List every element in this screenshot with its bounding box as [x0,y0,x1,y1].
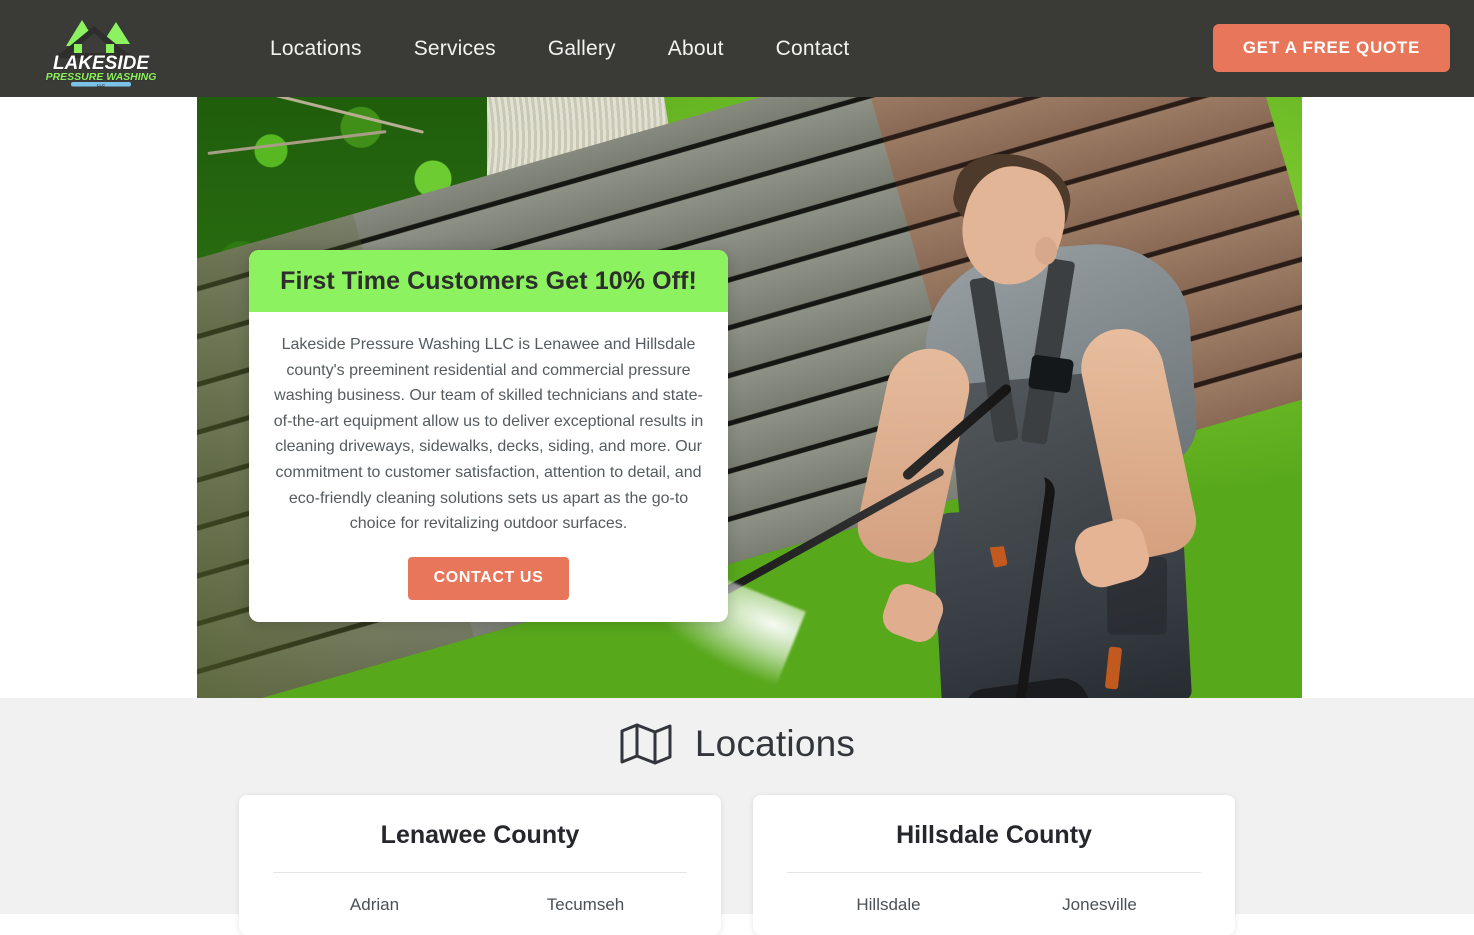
nav-item-contact[interactable]: Contact [750,37,876,61]
city-row: Adrian Tecumseh [269,895,691,915]
city-item[interactable]: Adrian [269,895,480,915]
locations-heading: Locations [0,698,1474,766]
county-divider [787,872,1201,873]
county-card-grid: Lenawee County Adrian Tecumseh Hillsdale… [0,795,1474,935]
city-item[interactable]: Jonesville [994,895,1205,915]
offer-banner: First Time Customers Get 10% Off! [249,250,728,312]
nav-item-locations[interactable]: Locations [244,37,388,61]
offer-headline: First Time Customers Get 10% Off! [280,266,697,295]
lakeside-logo-icon: LAKESIDE PRESSURE WASHING LLC [45,19,157,87]
nav-item-services[interactable]: Services [388,37,522,61]
nav-item-gallery[interactable]: Gallery [522,37,642,61]
city-item[interactable]: Tecumseh [480,895,691,915]
locations-title: Locations [694,723,856,764]
main-navigation: Locations Services Gallery About Contact [244,37,875,61]
city-item[interactable]: Hillsdale [783,895,994,915]
offer-body: Lakeside Pressure Washing LLC is Lenawee… [249,312,728,600]
offer-description: Lakeside Pressure Washing LLC is Lenawee… [273,336,704,533]
county-name: Hillsdale County [896,821,1092,849]
county-card-hillsdale: Hillsdale County Hillsdale Jonesville [753,795,1235,935]
svg-text:LLC: LLC [97,82,105,87]
contact-us-button[interactable]: CONTACT US [407,556,570,600]
county-name: Lenawee County [380,821,580,849]
county-card-lenawee: Lenawee County Adrian Tecumseh [239,795,721,935]
county-divider [273,872,687,873]
worker-buckle [1027,354,1075,394]
nav-item-about[interactable]: About [642,37,750,61]
svg-text:PRESSURE WASHING: PRESSURE WASHING [46,71,157,83]
site-header: LAKESIDE PRESSURE WASHING LLC Locations … [0,0,1474,97]
hero-section: First Time Customers Get 10% Off! Lakesi… [0,97,1474,698]
get-free-quote-button[interactable]: GET A FREE QUOTE [1212,24,1450,72]
map-icon [620,723,672,765]
worker-ear [1035,237,1057,265]
city-row: Hillsdale Jonesville [783,895,1205,915]
offer-card: First Time Customers Get 10% Off! Lakesi… [249,250,728,622]
site-logo[interactable]: LAKESIDE PRESSURE WASHING LLC [36,10,166,88]
